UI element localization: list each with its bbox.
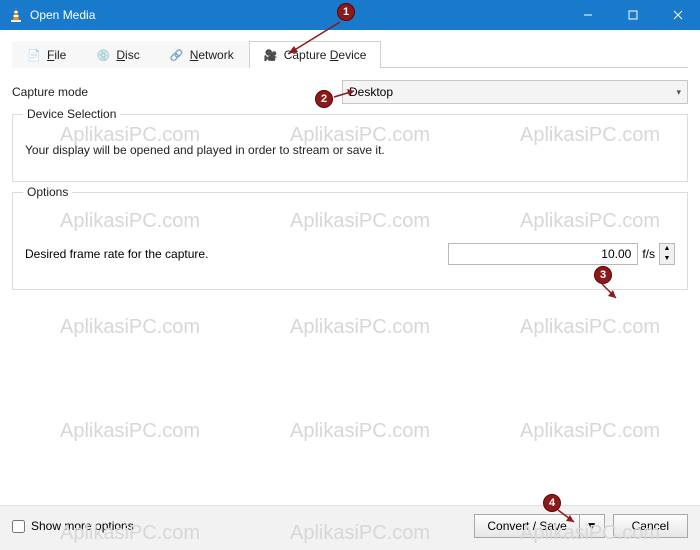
annotation-bubble-1: 1 — [337, 3, 355, 21]
watermark: AplikasiPC.com — [290, 420, 430, 443]
watermark: AplikasiPC.com — [520, 420, 660, 443]
options-group: Options Desired frame rate for the captu… — [12, 192, 688, 290]
annotation-arrow-2 — [332, 87, 360, 101]
network-icon: 🔗 — [170, 48, 184, 62]
device-selection-group: Device Selection Your display will be op… — [12, 114, 688, 182]
frame-rate-label: Desired frame rate for the capture. — [25, 247, 405, 261]
tab-network[interactable]: 🔗 Network — [155, 41, 249, 68]
spin-down-button[interactable]: ▼ — [660, 254, 674, 264]
show-more-options-checkbox[interactable]: Show more options — [12, 519, 134, 533]
convert-save-dropdown-button[interactable]: ▼ — [580, 514, 605, 538]
options-legend: Options — [23, 185, 72, 199]
annotation-bubble-4: 4 — [543, 494, 561, 512]
tab-disc[interactable]: 💿 Disc — [81, 41, 154, 68]
file-icon: 📄 — [27, 48, 41, 62]
device-selection-desc: Your display will be opened and played i… — [25, 143, 675, 157]
chevron-down-icon: ▾ — [676, 87, 681, 98]
capture-mode-dropdown[interactable]: Desktop ▾ — [342, 80, 688, 104]
maximize-button[interactable] — [610, 0, 655, 30]
spin-up-button[interactable]: ▲ — [660, 244, 674, 254]
capture-mode-label: Capture mode — [12, 85, 342, 99]
annotation-arrow-1 — [280, 20, 350, 60]
frame-rate-input[interactable] — [448, 243, 638, 265]
minimize-button[interactable] — [565, 0, 610, 30]
frame-rate-unit: f/s — [642, 247, 655, 261]
disc-icon: 💿 — [96, 48, 110, 62]
tab-file[interactable]: 📄 File — [12, 41, 81, 68]
convert-save-splitbutton: Convert / Save ▼ — [474, 514, 604, 538]
dialog-footer: Show more options Convert / Save ▼ Cance… — [0, 505, 700, 550]
capture-icon: 🎥 — [264, 48, 278, 62]
annotation-arrow-3 — [598, 282, 622, 302]
tab-bar: 📄 File 💿 Disc 🔗 Network 🎥 Capture Device — [12, 40, 688, 68]
annotation-bubble-2: 2 — [315, 90, 333, 108]
watermark: AplikasiPC.com — [60, 420, 200, 443]
show-more-options-input[interactable] — [12, 520, 25, 533]
close-button[interactable] — [655, 0, 700, 30]
spacer — [12, 300, 688, 410]
cancel-button[interactable]: Cancel — [613, 514, 688, 538]
vlc-icon — [8, 7, 24, 23]
annotation-bubble-3: 3 — [594, 266, 612, 284]
frame-rate-spinner: f/s ▲ ▼ — [448, 243, 675, 265]
device-selection-legend: Device Selection — [23, 107, 120, 121]
annotation-arrow-4 — [556, 508, 580, 526]
